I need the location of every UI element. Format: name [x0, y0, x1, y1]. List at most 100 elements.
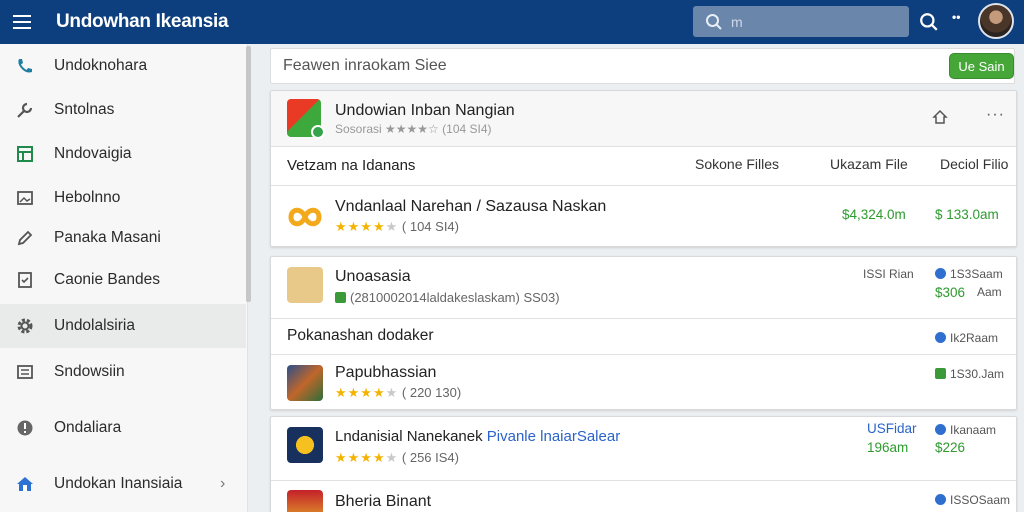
sidebar: Undoknohara Sntolnas Nndovaigia Hebolnno…	[0, 44, 248, 512]
shield-icon	[935, 268, 946, 279]
phone-icon	[15, 56, 35, 76]
meta-value: ISSOSaam	[935, 493, 1010, 507]
column-header-row: Vetzam na Idanans Sokone Filles Ukazam F…	[271, 147, 1016, 186]
price: USFidar	[867, 421, 917, 436]
sidebar-scrollbar[interactable]	[246, 46, 251, 302]
rating-count: ( 220 130)	[401, 385, 462, 400]
shield-icon	[935, 494, 946, 505]
sidebar-item-label: Undokan Inansiaia	[54, 475, 183, 492]
list-item[interactable]: Unoasasia (2810002014laldakeslaskam) SS0…	[271, 257, 1016, 319]
list-item[interactable]: Lndanisial Nanekanek Pivanle lnaiarSalea…	[271, 417, 1016, 481]
rating-count: ( 104 SI4)	[401, 219, 459, 234]
avatar[interactable]	[978, 3, 1014, 39]
sidebar-item-label: Undolalsiria	[54, 317, 135, 334]
sidebar-item-label: Ondaliara	[54, 419, 122, 436]
verified-icon	[311, 125, 325, 139]
meta-value: Aam	[977, 285, 1002, 299]
search-icon	[706, 13, 722, 30]
app-card: Lndanisial Nanekanek Pivanle lnaiarSalea…	[270, 416, 1017, 512]
gear-icon	[15, 316, 35, 336]
filter-bar	[270, 48, 1015, 84]
sidebar-item-label: Panaka Masani	[54, 229, 161, 246]
sidebar-item-3[interactable]: Nndovaigia	[0, 134, 246, 174]
app-title: Undowhan Ikeansia	[56, 11, 229, 32]
sidebar-item-4[interactable]: Hebolnno	[0, 178, 246, 218]
app-icon	[287, 267, 323, 303]
app-card: Unoasasia (2810002014laldakeslaskam) SS0…	[270, 256, 1017, 410]
star-rating-icon: ★★★★★	[335, 219, 399, 234]
sidebar-item-1[interactable]: Undoknohara	[0, 46, 246, 86]
sidebar-item-label: Nndovaigia	[54, 145, 132, 162]
app-name: Undowian Inban Nangian	[335, 102, 515, 119]
column-header[interactable]: Deciol Filio	[940, 156, 1008, 172]
sidebar-item-label: Sndowsiin	[54, 363, 125, 380]
search-button[interactable]	[915, 8, 943, 36]
app-name: Bheria Binant	[335, 493, 432, 510]
meta-value: 1S3Saam	[935, 267, 1003, 281]
sidebar-item-8[interactable]: Sndowsiin	[0, 352, 246, 392]
search-box[interactable]	[693, 6, 909, 37]
search-input[interactable]	[731, 13, 891, 30]
price: $226	[935, 440, 966, 455]
list-item[interactable]: Bheria Binant ISSOSaam	[271, 481, 1016, 512]
more-button[interactable]: ••	[952, 10, 960, 24]
info-icon	[15, 418, 35, 438]
image-icon	[15, 188, 35, 208]
filter-input[interactable]	[283, 57, 783, 75]
download-icon	[335, 291, 350, 305]
overflow-menu-icon[interactable]: ···	[986, 106, 1005, 124]
sidebar-item-7[interactable]: Undolalsiria	[0, 304, 246, 348]
star-rating-icon: ★★★★★	[335, 385, 399, 400]
spreadsheet-icon	[15, 144, 35, 164]
column-header[interactable]: Ukazam File	[830, 156, 908, 172]
sidebar-item-5[interactable]: Panaka Masani	[0, 218, 246, 258]
price: $4,324.0m	[842, 207, 906, 222]
download-icon	[935, 368, 946, 379]
meta-value: 1S30.Jam	[935, 367, 1004, 381]
app-name: Papubhassian	[335, 364, 437, 381]
app-name: Vndanlaal Narehan / Sazausa Naskan	[335, 198, 607, 215]
chevron-right-icon: ›	[220, 475, 226, 492]
home-icon	[15, 474, 35, 494]
filter-apply-button[interactable]: Ue Sain	[949, 53, 1014, 79]
section-row[interactable]: Pokanashan dodaker Ik2Raam	[271, 319, 1016, 355]
rating-count: ( 256 IS4)	[401, 450, 459, 465]
list-icon	[15, 362, 35, 382]
star-rating-icon: ★★★★★	[335, 450, 399, 465]
sidebar-item-9[interactable]: Ondaliara	[0, 408, 246, 448]
app-name: Lndanisial Nanekanek Pivanle lnaiarSalea…	[335, 428, 621, 445]
sidebar-item-label: Undoknohara	[54, 57, 148, 74]
app-rating: ★★★★★ ( 220 130)	[335, 385, 461, 401]
sidebar-item-2[interactable]: Sntolnas	[0, 90, 246, 130]
search-icon	[920, 13, 938, 31]
hamburger-icon	[13, 21, 31, 23]
shield-icon	[935, 332, 946, 343]
menu-button[interactable]	[0, 0, 44, 44]
section-label: Vetzam na Idanans	[287, 157, 416, 174]
sidebar-item-10[interactable]: Undokan Inansiaia ›	[0, 464, 246, 504]
meta-label: ISSI Rian	[863, 267, 914, 281]
app-card: Undowian Inban Nangian Sosorasi ★★★★☆ (1…	[270, 90, 1017, 247]
app-icon	[287, 427, 323, 463]
column-header[interactable]: Sokone Filles	[695, 156, 779, 172]
section-label: Pokanashan dodaker	[287, 327, 434, 344]
app-rating-text: Sosorasi ★★★★☆ (104 SI4)	[335, 122, 492, 136]
home-icon[interactable]	[932, 109, 948, 125]
app-name: Unoasasia	[335, 268, 411, 285]
sidebar-item-label: Caonie Bandes	[54, 271, 160, 288]
pencil-icon	[15, 228, 35, 248]
featured-app-row[interactable]: Undowian Inban Nangian Sosorasi ★★★★☆ (1…	[271, 91, 1016, 147]
meta-value: Ik2Raam	[935, 331, 998, 345]
shield-icon	[935, 424, 946, 435]
sidebar-item-6[interactable]: Caonie Bandes	[0, 260, 246, 300]
sidebar-item-label: Sntolnas	[54, 101, 115, 118]
app-icon	[287, 490, 323, 512]
price: $ 133.0am	[935, 207, 999, 222]
meta-value: Ikanaam	[935, 423, 996, 437]
app-rating: ★★★★★ ( 256 IS4)	[335, 450, 459, 466]
app-rating: ★★★★★ ( 104 SI4)	[335, 219, 459, 235]
app-icon	[288, 207, 322, 227]
list-item[interactable]: Papubhassian ★★★★★ ( 220 130) 1S30.Jam	[271, 355, 1016, 409]
list-item[interactable]: Vndanlaal Narehan / Sazausa Naskan ★★★★★…	[271, 186, 1016, 246]
price: $306	[935, 285, 966, 300]
